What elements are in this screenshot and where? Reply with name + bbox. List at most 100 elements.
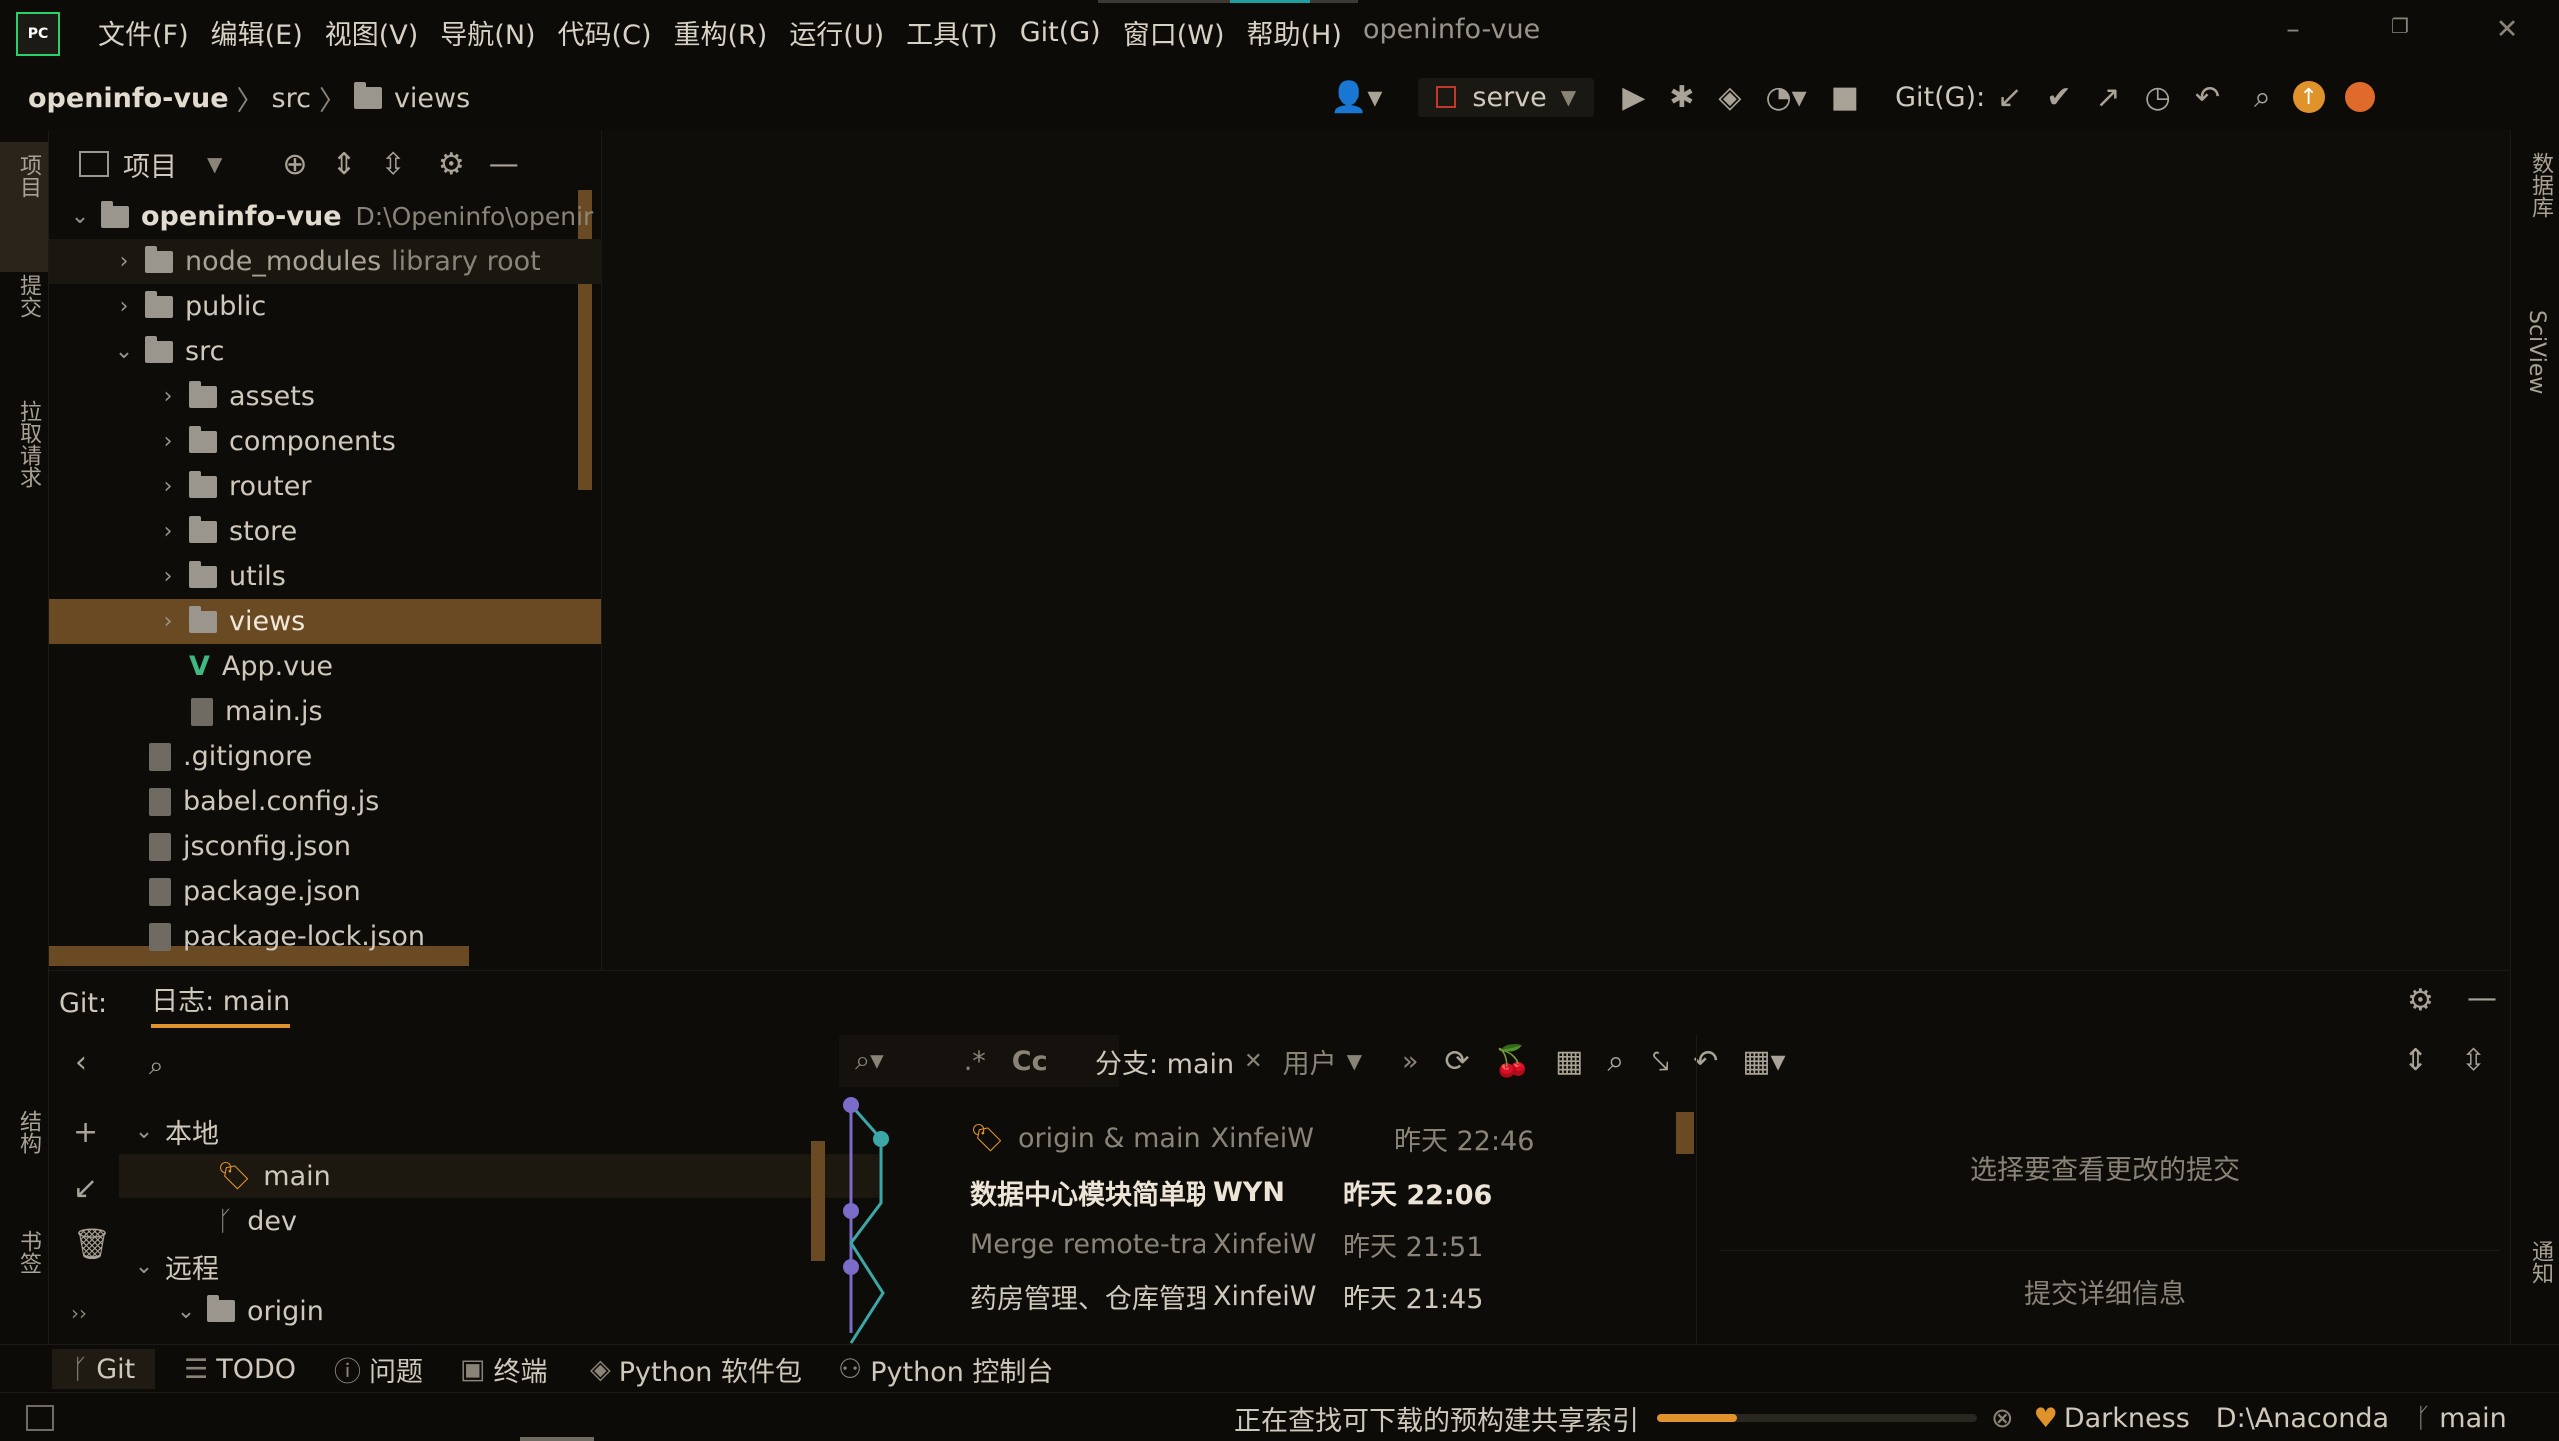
git-push-icon[interactable]: ↗: [2095, 80, 2120, 115]
git-update-icon[interactable]: ↙: [1997, 80, 2022, 115]
tool-tab-notifications[interactable]: 通知: [2524, 1240, 2556, 1284]
back-icon[interactable]: ‹: [75, 1045, 87, 1080]
hide-icon[interactable]: —: [2467, 981, 2497, 1016]
collapse-all-icon[interactable]: ⇳: [381, 147, 406, 182]
more-filters[interactable]: »: [1402, 1046, 1419, 1077]
history-icon[interactable]: ◷: [2145, 80, 2171, 115]
user-filter[interactable]: 用户: [1283, 1042, 1337, 1081]
tool-tab-project[interactable]: 项目: [12, 154, 44, 198]
tool-window-problems[interactable]: ⓘ 问题: [334, 1349, 423, 1389]
search-icon[interactable]: ⌕: [2254, 80, 2271, 115]
menu-view[interactable]: 视图(V): [325, 13, 419, 52]
locate-icon[interactable]: ⊕: [282, 147, 307, 182]
tree-item[interactable]: ⌄ src: [49, 329, 665, 374]
breadcrumb-src[interactable]: src: [272, 83, 311, 114]
search-icon[interactable]: ⌕: [1607, 1044, 1624, 1079]
tool-window-todo[interactable]: ☰ TODO: [184, 1349, 296, 1389]
branch-group-local[interactable]: ⌄ 本地: [133, 1109, 219, 1153]
theme-label[interactable]: Darkness: [2064, 1403, 2190, 1434]
plugin-logo-icon[interactable]: [2344, 82, 2375, 112]
project-panel-title[interactable]: 项目: [123, 145, 177, 184]
tree-item-selected[interactable]: › views: [49, 599, 601, 644]
run-config-select[interactable]: serve ▼: [1418, 77, 1595, 117]
cancel-icon[interactable]: ⊗: [1991, 1403, 2014, 1434]
user-icon[interactable]: 👤▾: [1330, 80, 1382, 115]
expand-all-icon[interactable]: ⇕: [2403, 1043, 2428, 1078]
profile-icon[interactable]: ◔▾: [1765, 80, 1806, 115]
menu-tools[interactable]: 工具(T): [906, 13, 998, 52]
tool-window-python-console[interactable]: ⚇ Python 控制台: [838, 1349, 1053, 1389]
editor-area[interactable]: [602, 130, 2509, 970]
interpreter-label[interactable]: D:\Anaconda: [2216, 1403, 2389, 1434]
coverage-icon[interactable]: ◈: [1718, 80, 1741, 115]
refresh-icon[interactable]: ⟳: [1445, 1044, 1470, 1079]
menu-edit[interactable]: 编辑(E): [211, 13, 303, 52]
hide-icon[interactable]: —: [489, 147, 519, 182]
regex-toggle[interactable]: .*: [964, 1046, 986, 1077]
stop-icon[interactable]: ■: [1831, 80, 1859, 115]
tree-item[interactable]: › node_modules library root: [49, 239, 621, 284]
log-search-input[interactable]: ⌕▾ .* Cc: [839, 1035, 1119, 1087]
update-icon[interactable]: ↑: [2292, 81, 2325, 113]
menu-navigate[interactable]: 导航(N): [440, 13, 535, 52]
branch-group-origin[interactable]: ⌄ origin: [175, 1289, 324, 1333]
tool-window-terminal[interactable]: ▣ 终端: [460, 1349, 548, 1389]
commit-row[interactable]: 数据中心模块简单联 WYN 昨天 22:06: [970, 1166, 1492, 1218]
restore-button[interactable]: ❐: [2385, 14, 2415, 38]
breadcrumb-views[interactable]: views: [394, 83, 470, 114]
menu-git[interactable]: Git(G): [1020, 17, 1101, 48]
branch-dev[interactable]: ᚴ dev: [217, 1199, 297, 1243]
commit-row[interactable]: Merge remote-track XinfeiW 昨天 21:51: [970, 1218, 1483, 1270]
branch-label[interactable]: main: [2439, 1403, 2506, 1434]
tool-tab-database[interactable]: 数据库: [2524, 152, 2556, 218]
gear-icon[interactable]: ⚙: [438, 147, 465, 182]
tool-window-python-packages[interactable]: ◈ Python 软件包: [590, 1349, 802, 1389]
layout-icon[interactable]: ▦▾: [1742, 1044, 1785, 1079]
run-icon[interactable]: ▶: [1622, 80, 1645, 115]
debug-icon[interactable]: ✱: [1669, 80, 1694, 115]
app-logo[interactable]: PC: [16, 12, 60, 56]
chevron-down-icon[interactable]: ▼: [207, 152, 222, 176]
close-button[interactable]: ✕: [2492, 14, 2522, 45]
close-icon[interactable]: ✕: [1244, 1049, 1262, 1074]
branch-filter[interactable]: 分支: main: [1095, 1042, 1234, 1081]
delete-icon[interactable]: 🗑: [73, 1227, 111, 1262]
pin-icon[interactable]: ⤥: [1652, 1044, 1669, 1079]
menu-run[interactable]: 运行(U): [789, 13, 884, 52]
commit-row[interactable]: 🏷 origin & main XinfeiW 昨天 22:46: [970, 1112, 1534, 1164]
grid-icon[interactable]: ▦: [1555, 1044, 1583, 1079]
case-toggle[interactable]: Cc: [1012, 1046, 1048, 1077]
tree-root[interactable]: ⌄ openinfo-vue D:\Openinfo\openir: [49, 194, 621, 239]
tool-tab-structure[interactable]: 结构: [12, 1110, 44, 1154]
collapse-all-icon[interactable]: ⇳: [2461, 1043, 2486, 1078]
tab-log-main[interactable]: 日志: main: [151, 979, 291, 1028]
tool-window-git[interactable]: ᚴ Git: [52, 1349, 156, 1389]
branch-main[interactable]: 🏷 main: [217, 1154, 331, 1198]
gear-icon[interactable]: ⚙: [2407, 983, 2434, 1018]
more-icon[interactable]: ››: [71, 1301, 87, 1325]
minimize-button[interactable]: –: [2278, 14, 2308, 45]
layout-toggle-icon[interactable]: [26, 1405, 54, 1431]
scrollbar-thumb[interactable]: [1676, 1112, 1694, 1154]
update-icon[interactable]: ↙: [73, 1171, 98, 1206]
tree-item[interactable]: › public: [49, 284, 665, 329]
branch-group-remote[interactable]: ⌄ 远程: [133, 1244, 219, 1288]
menu-file[interactable]: 文件(F): [98, 13, 189, 52]
new-branch-icon[interactable]: +: [73, 1115, 98, 1150]
expand-all-icon[interactable]: ⇕: [332, 147, 357, 182]
menu-help[interactable]: 帮助(H): [1246, 13, 1341, 52]
menu-refactor[interactable]: 重构(R): [673, 13, 767, 52]
commit-row[interactable]: 药房管理、仓库管理 XinfeiW 昨天 21:45: [970, 1270, 1483, 1322]
breadcrumb-project[interactable]: openinfo-vue: [28, 83, 229, 114]
git-commit-icon[interactable]: ✔: [2046, 80, 2071, 115]
rollback-icon[interactable]: ↶: [2195, 80, 2220, 115]
menu-window[interactable]: 窗口(W): [1123, 13, 1225, 52]
search-icon[interactable]: ⌕: [149, 1051, 164, 1082]
scrollbar-thumb[interactable]: [811, 1141, 825, 1261]
tool-tab-pull-requests[interactable]: 拉取请求: [12, 400, 44, 488]
cherry-pick-icon[interactable]: 🍒: [1494, 1044, 1531, 1079]
menu-code[interactable]: 代码(C): [558, 13, 652, 52]
tool-tab-bookmarks[interactable]: 书签: [12, 1230, 44, 1274]
tool-tab-commit[interactable]: 提交: [12, 274, 44, 318]
tool-tab-sciview[interactable]: SciView: [2524, 310, 2549, 394]
